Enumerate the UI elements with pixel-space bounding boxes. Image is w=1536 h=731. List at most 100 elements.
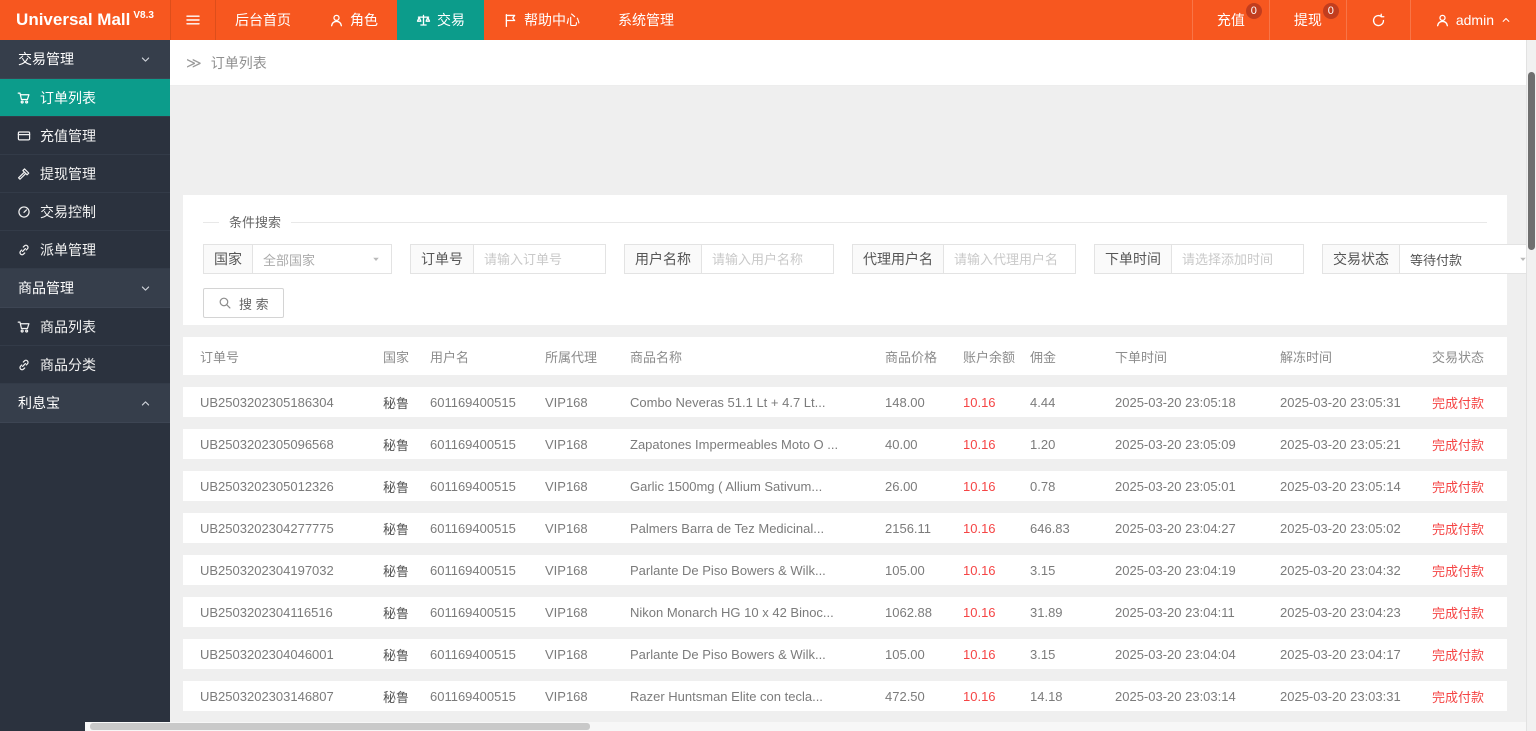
username-cell: 601169400515 bbox=[430, 688, 516, 704]
balance-cell: 10.16 bbox=[963, 478, 996, 494]
order-time-cell: 2025-03-20 23:03:14 bbox=[1115, 688, 1236, 704]
username-cell: 601169400515 bbox=[430, 604, 516, 620]
order-time-cell: 2025-03-20 23:04:04 bbox=[1115, 646, 1236, 662]
sidebar-section-商品管理[interactable]: 商品管理 bbox=[0, 269, 170, 308]
unfreeze-time-cell: 2025-03-20 23:04:32 bbox=[1280, 562, 1401, 578]
app-logo[interactable]: Universal Mall V8.3 bbox=[0, 0, 170, 40]
commission-cell: 3.15 bbox=[1030, 562, 1056, 578]
sidebar-section-利息宝[interactable]: 利息宝 bbox=[0, 384, 170, 423]
top-right-actions: 充值 0 提现 0 admin bbox=[1191, 0, 1536, 40]
column-header-国家: 国家 bbox=[383, 349, 410, 365]
price-cell: 1062.88 bbox=[885, 604, 932, 620]
search-field-trade-status: 交易状态 等待付款 bbox=[1322, 244, 1536, 274]
recharge-menu-item[interactable]: 充值 0 bbox=[1191, 0, 1269, 40]
nav-item-后台首页[interactable]: 后台首页 bbox=[216, 0, 310, 40]
order-time-cell: 2025-03-20 23:04:11 bbox=[1115, 604, 1235, 620]
field-label: 订单号 bbox=[410, 244, 474, 274]
horizontal-scrollbar[interactable] bbox=[85, 722, 1526, 731]
status-cell: 完成付款 bbox=[1432, 563, 1485, 579]
order-no-cell: UB2503202305096568 bbox=[200, 436, 334, 452]
commission-cell: 3.15 bbox=[1030, 646, 1056, 662]
unfreeze-time-cell: 2025-03-20 23:05:21 bbox=[1280, 436, 1401, 452]
username-cell: 601169400515 bbox=[430, 646, 516, 662]
product-cell: Nikon Monarch HG 10 x 42 Binoc... bbox=[630, 604, 834, 620]
commission-cell: 1.20 bbox=[1030, 436, 1056, 452]
price-cell: 2156.11 bbox=[885, 520, 932, 536]
user-menu[interactable]: admin bbox=[1409, 0, 1536, 40]
sidebar-item-订单列表[interactable]: 订单列表 bbox=[0, 79, 170, 117]
status-cell: 完成付款 bbox=[1432, 647, 1485, 663]
user-name-input[interactable] bbox=[701, 244, 834, 274]
order-time-cell: 2025-03-20 23:05:18 bbox=[1115, 394, 1236, 410]
column-header-下单时间: 下单时间 bbox=[1115, 349, 1168, 365]
order-time-cell: 2025-03-20 23:05:01 bbox=[1115, 478, 1236, 494]
vertical-scrollbar[interactable] bbox=[1526, 40, 1536, 731]
sidebar-item-交易控制[interactable]: 交易控制 bbox=[0, 193, 170, 231]
horizontal-scrollbar-thumb[interactable] bbox=[90, 723, 590, 730]
menu-toggle-button[interactable] bbox=[170, 0, 216, 40]
refresh-icon bbox=[1371, 13, 1386, 28]
nav-item-交易[interactable]: 交易 bbox=[397, 0, 484, 40]
price-cell: 105.00 bbox=[885, 646, 925, 662]
table-header-row: 订单号 国家 用户名 所属代理 商品名称 商品价格 账户余额 佣金 下单时间 解冻时间 交易状态 bbox=[183, 337, 1507, 375]
search-legend: 条件搜索 bbox=[203, 214, 1487, 232]
recharge-badge: 0 bbox=[1245, 3, 1262, 19]
country-cell: 秘鲁 bbox=[383, 395, 410, 411]
sidebar-item-提现管理[interactable]: 提现管理 bbox=[0, 155, 170, 193]
price-cell: 26.00 bbox=[885, 478, 918, 494]
order-no-cell: UB2503202303146807 bbox=[200, 688, 334, 704]
sidebar-item-派单管理[interactable]: 派单管理 bbox=[0, 231, 170, 269]
table-row[interactable]: UB2503202305186304 秘鲁 601169400515 VIP168 Co… bbox=[183, 387, 1507, 417]
order-no-input[interactable] bbox=[473, 244, 606, 274]
logo-version: V8.3 bbox=[133, 9, 154, 21]
nav-item-系统管理[interactable]: 系统管理 bbox=[599, 0, 693, 40]
sidebar-item-商品分类[interactable]: 商品分类 bbox=[0, 346, 170, 384]
table-row[interactable]: UB2503202305096568 秘鲁 601169400515 VIP168 Za… bbox=[183, 429, 1507, 459]
breadcrumb-label: 订单列表 bbox=[210, 54, 267, 71]
top-nav: 后台首页 角色 交易 帮助中心 系统管理 bbox=[216, 0, 693, 40]
sidebar-item-充值管理[interactable]: 充值管理 bbox=[0, 117, 170, 155]
table-row[interactable]: UB2503202304046001 秘鲁 601169400515 VIP168 Pa… bbox=[183, 639, 1507, 669]
vertical-scrollbar-thumb[interactable] bbox=[1528, 72, 1535, 250]
nav-item-角色[interactable]: 角色 bbox=[310, 0, 397, 40]
sidebar-section-交易管理[interactable]: 交易管理 bbox=[0, 40, 170, 79]
order-no-cell: UB2503202304277775 bbox=[200, 520, 334, 536]
price-cell: 40.00 bbox=[885, 436, 918, 452]
table-row[interactable]: UB2503202304197032 秘鲁 601169400515 VIP168 Pa… bbox=[183, 555, 1507, 585]
withdraw-menu-item[interactable]: 提现 0 bbox=[1268, 0, 1346, 40]
link-icon bbox=[17, 243, 31, 257]
product-cell: Parlante De Piso Bowers & Wilk... bbox=[630, 646, 826, 662]
username-cell: 601169400515 bbox=[430, 436, 516, 452]
chevron-up-icon bbox=[139, 397, 152, 410]
refresh-button[interactable] bbox=[1345, 0, 1410, 40]
column-header-解冻时间: 解冻时间 bbox=[1280, 349, 1333, 365]
order-no-cell: UB2503202304046001 bbox=[200, 646, 334, 662]
table-row[interactable]: UB2503202304116516 秘鲁 601169400515 VIP168 Ni… bbox=[183, 597, 1507, 627]
agent-cell: VIP168 bbox=[545, 604, 588, 620]
agent-name-input[interactable] bbox=[943, 244, 1076, 274]
product-cell: Razer Huntsman Elite con tecla... bbox=[630, 688, 823, 704]
field-label: 代理用户名 bbox=[852, 244, 944, 274]
nav-item-帮助中心[interactable]: 帮助中心 bbox=[484, 0, 599, 40]
withdraw-label: 提现 bbox=[1293, 12, 1322, 28]
unfreeze-time-cell: 2025-03-20 23:05:14 bbox=[1280, 478, 1401, 494]
agent-cell: VIP168 bbox=[545, 436, 588, 452]
price-cell: 105.00 bbox=[885, 562, 925, 578]
table-row[interactable]: UB2503202304277775 秘鲁 601169400515 VIP168 Pa… bbox=[183, 513, 1507, 543]
search-button[interactable]: 搜 索 bbox=[203, 288, 284, 318]
search-field-agent-name: 代理用户名 bbox=[852, 244, 1076, 274]
country-cell: 秘鲁 bbox=[383, 605, 410, 621]
agent-cell: VIP168 bbox=[545, 478, 588, 494]
trade-status-select[interactable]: 等待付款 bbox=[1399, 244, 1536, 274]
agent-cell: VIP168 bbox=[545, 394, 588, 410]
country-select[interactable]: 全部国家 bbox=[252, 244, 392, 274]
balance-cell: 10.16 bbox=[963, 646, 996, 662]
product-cell: Combo Neveras 51.1 Lt + 4.7 Lt... bbox=[630, 394, 826, 410]
search-field-user-name: 用户名称 bbox=[624, 244, 834, 274]
table-row[interactable]: UB2503202305012326 秘鲁 601169400515 VIP168 Ga… bbox=[183, 471, 1507, 501]
sidebar-item-商品列表[interactable]: 商品列表 bbox=[0, 308, 170, 346]
order-time-input[interactable] bbox=[1171, 244, 1304, 274]
status-cell: 完成付款 bbox=[1432, 605, 1485, 621]
table-row[interactable]: UB2503202303146807 秘鲁 601169400515 VIP168 Ra… bbox=[183, 681, 1507, 711]
flag-icon bbox=[503, 13, 518, 28]
